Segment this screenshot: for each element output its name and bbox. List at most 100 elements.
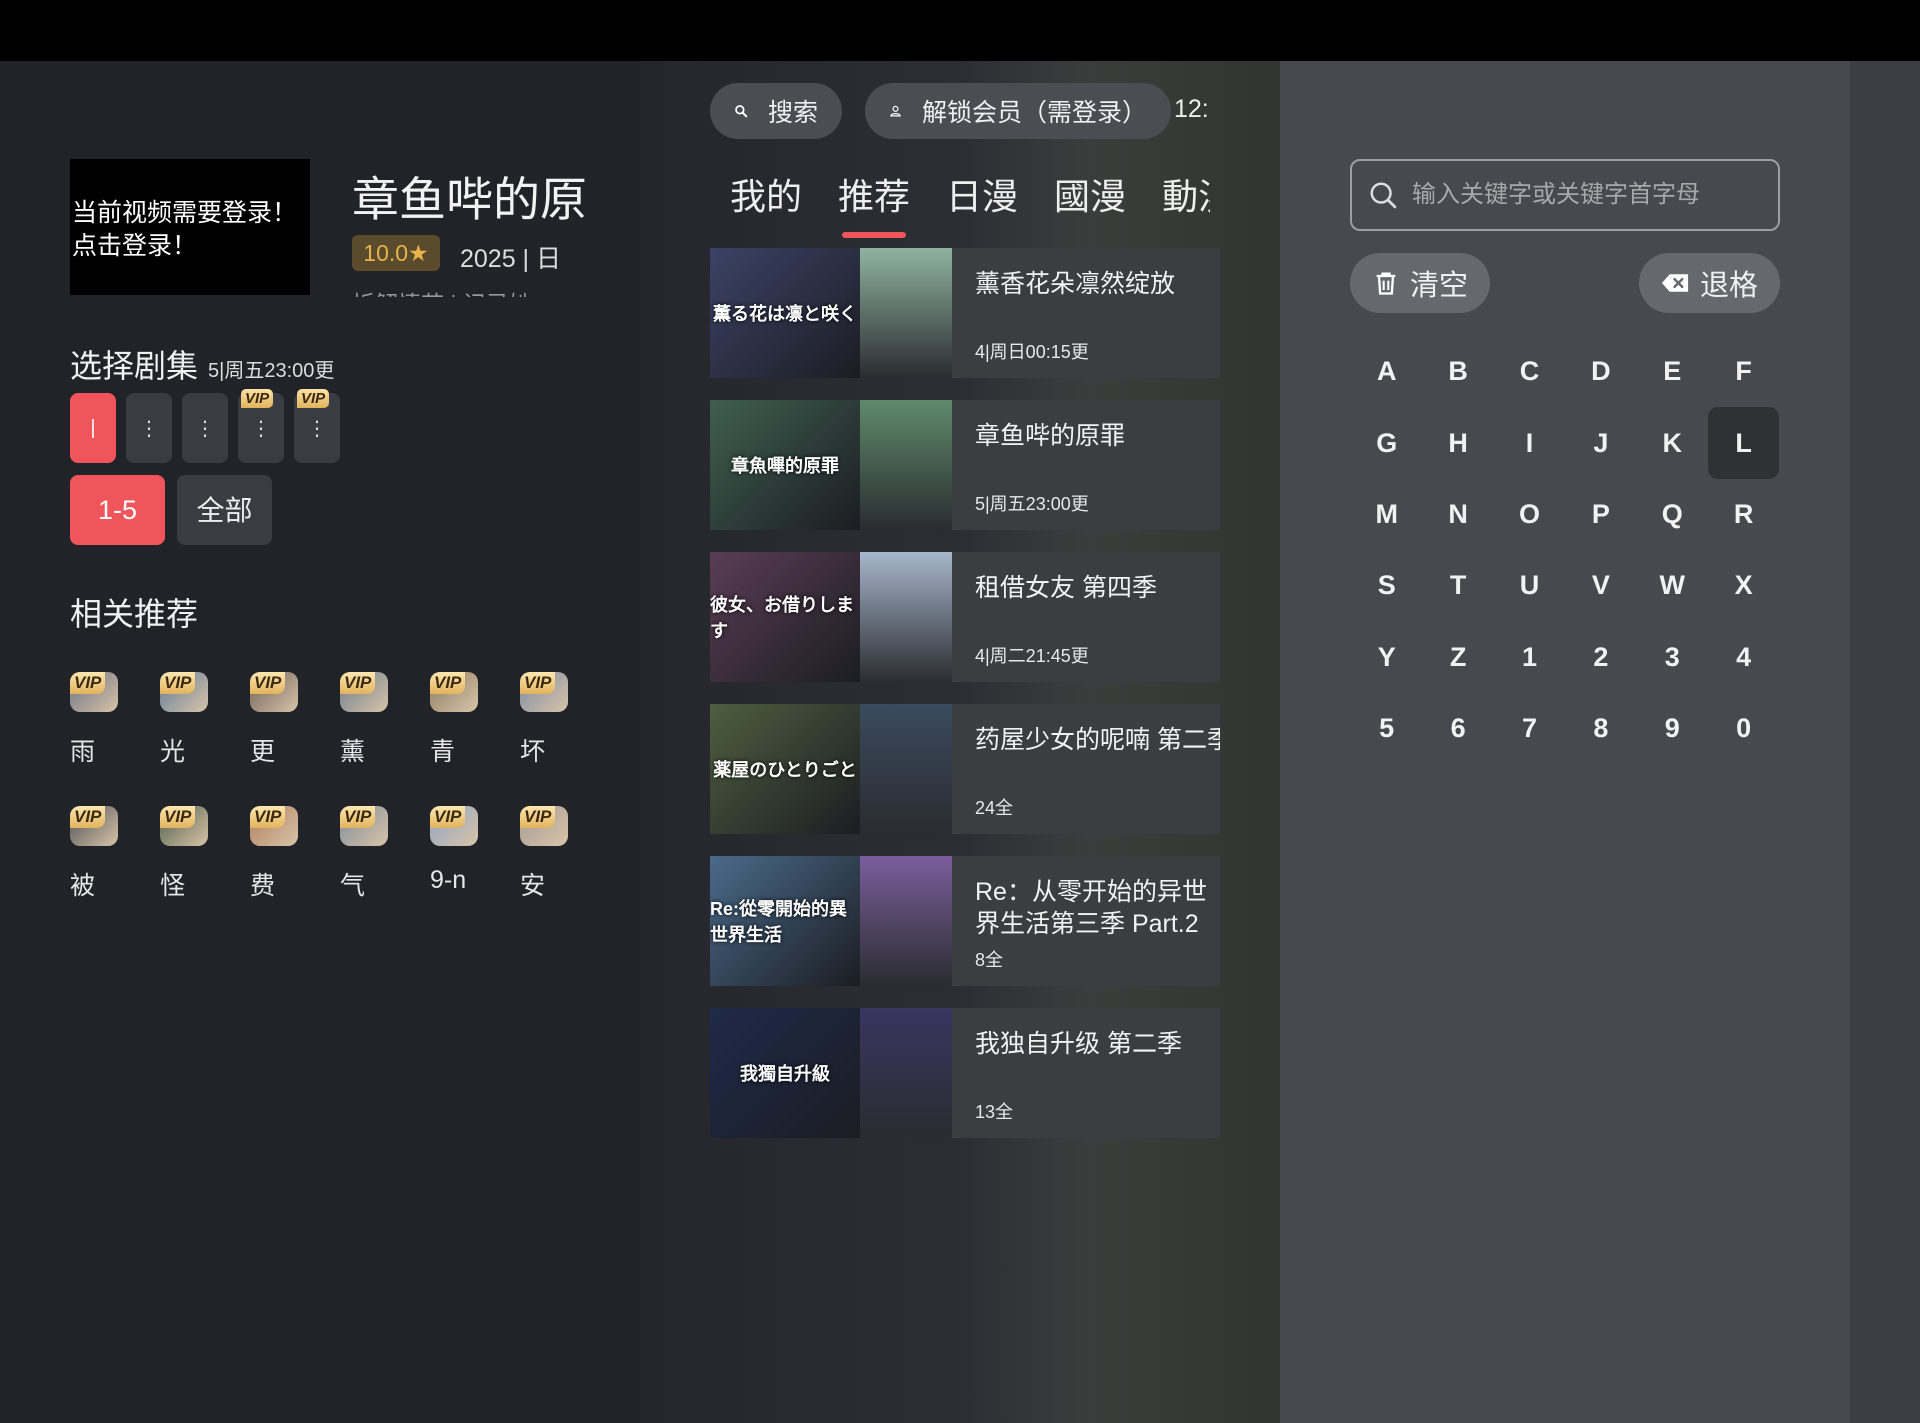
key-i[interactable]: I (1494, 407, 1565, 478)
backspace-button[interactable]: 退格 (1639, 253, 1780, 313)
unlock-member-label: 解锁会员（需登录） (921, 99, 1147, 127)
search-input[interactable] (1412, 181, 1762, 209)
search-field[interactable] (1350, 159, 1780, 231)
related-thumbnail: VIP (520, 672, 568, 712)
login-prompt[interactable]: 当前视频需要登录！点击登录！ (70, 159, 310, 295)
related-item[interactable]: VIP 青 (430, 672, 520, 768)
tab-4[interactable]: 動漫 (1162, 168, 1210, 238)
related-item[interactable]: VIP 坏 (520, 672, 610, 768)
key-f[interactable]: F (1708, 336, 1779, 407)
key-8[interactable]: 8 (1565, 693, 1636, 764)
key-9[interactable]: 9 (1637, 693, 1708, 764)
related-label: 雨 (70, 738, 96, 766)
tab-3[interactable]: 國漫 (1054, 168, 1126, 238)
related-item[interactable]: VIP 气 (340, 806, 430, 902)
key-n[interactable]: N (1422, 479, 1493, 550)
vip-badge: VIP (520, 806, 556, 828)
key-a[interactable]: A (1351, 336, 1422, 407)
related-thumbnail: VIP (250, 806, 298, 846)
card-art: 彼女、お借りします (710, 552, 860, 682)
key-o[interactable]: O (1494, 479, 1565, 550)
related-item[interactable]: VIP 被 (70, 806, 160, 902)
related-item[interactable]: VIP 雨 (70, 672, 160, 768)
tab-2[interactable]: 日漫 (946, 168, 1018, 238)
unlock-member-button[interactable]: 解锁会员（需登录） (865, 83, 1171, 139)
card-title: 我独自升级 第二季 (975, 1030, 1182, 1058)
key-3[interactable]: 3 (1637, 622, 1708, 693)
related-label: 光 (160, 738, 186, 766)
key-h[interactable]: H (1422, 407, 1493, 478)
related-item[interactable]: VIP 光 (160, 672, 250, 768)
range-button[interactable]: 1-5 (70, 475, 165, 545)
related-item[interactable]: VIP 费 (250, 806, 340, 902)
episode-button[interactable]: ⋮ (182, 393, 228, 463)
related-item[interactable]: VIP 安 (520, 806, 610, 902)
key-1[interactable]: 1 (1494, 622, 1565, 693)
backspace-button-label: 退格 (1699, 270, 1758, 302)
episode-button[interactable]: | (70, 393, 116, 463)
list-item[interactable]: 薫る花は凛と咲く 薰香花朵凛然绽放 4|周日00:15更 (710, 248, 1220, 378)
key-r[interactable]: R (1708, 479, 1779, 550)
search-button[interactable]: 搜索 (710, 83, 842, 139)
vip-badge: VIP (430, 672, 466, 694)
list-item[interactable]: 章魚嗶的原罪 章鱼哔的原罪 5|周五23:00更 (710, 400, 1220, 530)
key-7[interactable]: 7 (1494, 693, 1565, 764)
related-label: 气 (340, 872, 366, 900)
related-item[interactable]: VIP 9-n (430, 806, 520, 902)
key-d[interactable]: D (1565, 336, 1636, 407)
key-z[interactable]: Z (1422, 622, 1493, 693)
card-art: Re:從零開始的異世界生活 (710, 856, 860, 986)
tab-0[interactable]: 我的 (730, 168, 802, 238)
key-6[interactable]: 6 (1422, 693, 1493, 764)
key-x[interactable]: X (1708, 550, 1779, 621)
episode-label: ⋮ (251, 417, 271, 440)
key-j[interactable]: J (1565, 407, 1636, 478)
related-label: 安 (520, 872, 546, 900)
panel-edge (1850, 61, 1920, 1423)
key-w[interactable]: W (1637, 550, 1708, 621)
related-thumbnail: VIP (160, 672, 208, 712)
key-p[interactable]: P (1565, 479, 1636, 550)
key-y[interactable]: Y (1351, 622, 1422, 693)
rating-badge: 10.0★ (352, 235, 440, 271)
key-e[interactable]: E (1637, 336, 1708, 407)
key-u[interactable]: U (1494, 550, 1565, 621)
key-2[interactable]: 2 (1565, 622, 1636, 693)
related-label: 青 (430, 738, 456, 766)
key-q[interactable]: Q (1637, 479, 1708, 550)
key-t[interactable]: T (1422, 550, 1493, 621)
key-g[interactable]: G (1351, 407, 1422, 478)
key-m[interactable]: M (1351, 479, 1422, 550)
tab-1[interactable]: 推荐 (838, 168, 910, 238)
clear-button[interactable]: 清空 (1350, 253, 1490, 313)
all-episodes-button[interactable]: 全部 (177, 475, 272, 545)
card-title: 租借女友 第四季 (975, 574, 1157, 602)
related-thumbnail: VIP (70, 806, 118, 846)
key-l[interactable]: L (1707, 407, 1780, 479)
vip-badge: VIP (340, 806, 376, 828)
episode-button[interactable]: ⋮ VIP (238, 389, 284, 463)
related-item[interactable]: VIP 怪 (160, 806, 250, 902)
list-item[interactable]: Re:從零開始的異世界生活 Re：从零开始的异世界生活第三季 Part.2 反击篇… (710, 856, 1220, 986)
key-c[interactable]: C (1494, 336, 1565, 407)
card-subtitle: 13全 (975, 1102, 1014, 1122)
list-item[interactable]: 薬屋のひとりごと 药屋少女的呢喃 第二季 24全 (710, 704, 1220, 834)
related-label: 费 (250, 872, 276, 900)
key-0[interactable]: 0 (1708, 693, 1779, 764)
related-item[interactable]: VIP 更 (250, 672, 340, 768)
key-4[interactable]: 4 (1708, 622, 1779, 693)
related-thumbnail: VIP (160, 806, 208, 846)
key-v[interactable]: V (1565, 550, 1636, 621)
key-5[interactable]: 5 (1351, 693, 1422, 764)
card-poster (860, 856, 952, 986)
key-k[interactable]: K (1637, 407, 1708, 478)
list-item[interactable]: 彼女、お借りします 租借女友 第四季 4|周二21:45更 (710, 552, 1220, 682)
episode-button[interactable]: ⋮ (126, 393, 172, 463)
key-b[interactable]: B (1422, 336, 1493, 407)
search-icon (1370, 182, 1397, 209)
card-title: 薰香花朵凛然绽放 (975, 270, 1176, 298)
list-item[interactable]: 我獨自升級 我独自升级 第二季 13全 (710, 1008, 1220, 1138)
episode-button[interactable]: ⋮ VIP (294, 389, 340, 463)
related-item[interactable]: VIP 薰 (340, 672, 430, 768)
key-s[interactable]: S (1351, 550, 1422, 621)
